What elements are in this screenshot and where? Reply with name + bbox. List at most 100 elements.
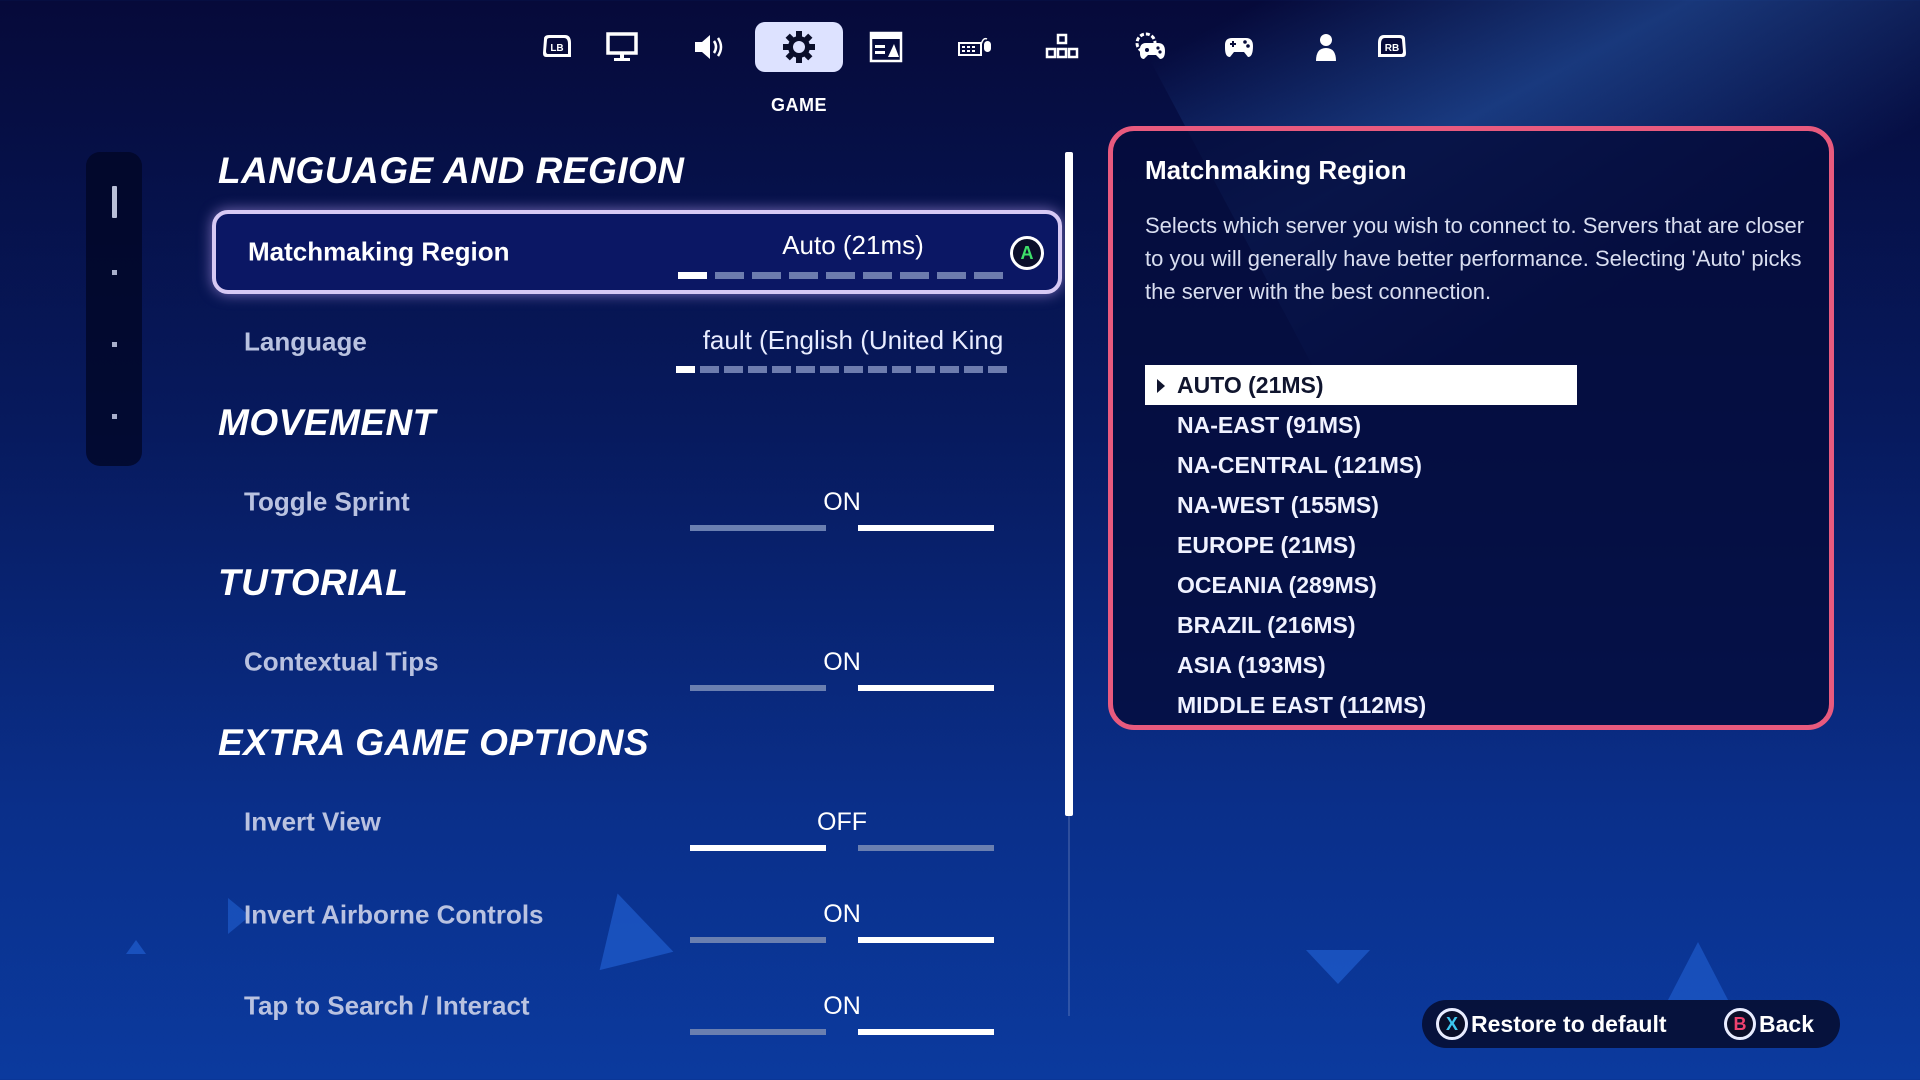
region-option-label: AUTO (21MS) bbox=[1177, 371, 1324, 398]
background-triangle bbox=[1306, 950, 1370, 984]
invert-airborne-switch[interactable] bbox=[690, 937, 994, 943]
toggle-off-segment[interactable] bbox=[690, 1029, 826, 1035]
setting-matchmaking-region[interactable]: Matchmaking Region Auto (21ms) A bbox=[212, 210, 1062, 294]
matchmaking-region-panel: Matchmaking Region Selects which server … bbox=[1108, 126, 1834, 730]
page-indicator-dot[interactable] bbox=[112, 342, 117, 347]
setting-value: fault (English (United King bbox=[702, 325, 1004, 355]
invert-view-value: OFF bbox=[817, 808, 867, 836]
restore-to-default-label: Restore to default bbox=[1471, 1010, 1667, 1037]
toggle-off-segment[interactable] bbox=[690, 845, 826, 851]
keyboard-mouse-icon bbox=[958, 37, 991, 56]
toggle-on-segment[interactable] bbox=[858, 525, 994, 531]
option-segment bbox=[974, 272, 1003, 279]
setting-label: Language bbox=[244, 326, 367, 357]
x-button-icon: X bbox=[1436, 1008, 1468, 1040]
settings-tab-bar: LB RB bbox=[0, 22, 1920, 74]
option-segment bbox=[868, 366, 887, 373]
toggle-off-segment[interactable] bbox=[690, 685, 826, 691]
option-segment-bar bbox=[676, 366, 1007, 373]
option-segment bbox=[826, 272, 855, 279]
setting-label: Contextual Tips bbox=[244, 646, 439, 677]
tab-lb-bumper[interactable]: LB bbox=[527, 22, 587, 72]
footer-button-bar: X Restore to default B Back bbox=[1422, 1000, 1840, 1048]
region-options-list: AUTO (21MS) NA-EAST (91MS) NA-CENTRAL (121… bbox=[1145, 365, 1577, 725]
option-segment bbox=[892, 366, 911, 373]
region-option-label: BRAZIL (216MS) bbox=[1177, 611, 1356, 638]
region-option[interactable]: OCEANIA (289MS) bbox=[1145, 565, 1577, 605]
option-segment bbox=[715, 272, 744, 279]
page-indicator-dot[interactable] bbox=[112, 414, 117, 419]
tab-display[interactable] bbox=[592, 22, 652, 72]
gear-controller-icon bbox=[1135, 32, 1165, 59]
option-segment bbox=[964, 366, 983, 373]
option-segment bbox=[820, 366, 839, 373]
region-option[interactable]: NA-CENTRAL (121MS) bbox=[1145, 445, 1577, 485]
option-segment bbox=[844, 366, 863, 373]
toggle-on-segment[interactable] bbox=[858, 937, 994, 943]
option-segment bbox=[988, 366, 1007, 373]
region-option[interactable]: AUTO (21MS) bbox=[1145, 365, 1577, 405]
region-option-label: OCEANIA (289MS) bbox=[1177, 571, 1377, 598]
tab-controller[interactable] bbox=[1209, 22, 1269, 72]
contextual-tips-value: ON bbox=[823, 648, 861, 676]
settings-scrollbar-track[interactable] bbox=[1068, 816, 1070, 1016]
region-option[interactable]: NA-EAST (91MS) bbox=[1145, 405, 1577, 445]
setting-label: Matchmaking Region bbox=[248, 236, 510, 267]
setting-label: Invert Airborne Controls bbox=[244, 899, 544, 930]
back-button[interactable]: B Back bbox=[1724, 1006, 1814, 1042]
option-segment bbox=[678, 272, 707, 279]
option-segment bbox=[796, 366, 815, 373]
region-option[interactable]: BRAZIL (216MS) bbox=[1145, 605, 1577, 645]
rb-bumper-icon: RB bbox=[1378, 35, 1406, 57]
restore-to-default-button[interactable]: X Restore to default bbox=[1436, 1006, 1667, 1042]
setting-label: Tap to Search / Interact bbox=[244, 990, 530, 1021]
region-option-label: MIDDLE EAST (112MS) bbox=[1177, 691, 1427, 718]
setting-label: Invert View bbox=[244, 806, 381, 837]
option-segment bbox=[700, 366, 719, 373]
window-ui-icon bbox=[869, 31, 903, 63]
section-title-tutorial: TUTORIAL bbox=[218, 562, 409, 603]
tab-touch-controls[interactable] bbox=[1032, 22, 1092, 72]
option-segment bbox=[752, 272, 781, 279]
region-option-label: NA-EAST (91MS) bbox=[1177, 411, 1362, 438]
setting-language[interactable]: Language fault (English (United King bbox=[212, 303, 1056, 381]
option-segment bbox=[772, 366, 791, 373]
region-option-label: NA-CENTRAL (121MS) bbox=[1177, 451, 1422, 478]
setting-label: Toggle Sprint bbox=[244, 486, 410, 517]
region-option[interactable]: ASIA (193MS) bbox=[1145, 645, 1577, 685]
toggle-on-segment[interactable] bbox=[858, 845, 994, 851]
tab-keyboard-mouse[interactable] bbox=[945, 22, 1005, 72]
toggle-off-segment[interactable] bbox=[690, 937, 826, 943]
settings-scrollbar-thumb[interactable] bbox=[1065, 152, 1073, 816]
page-indicator bbox=[86, 152, 142, 466]
option-segment bbox=[748, 366, 767, 373]
toggle-sprint-switch[interactable] bbox=[690, 525, 994, 531]
section-title-language-region: LANGUAGE AND REGION bbox=[218, 150, 685, 191]
tab-game[interactable] bbox=[755, 22, 843, 72]
page-indicator-current[interactable] bbox=[112, 186, 117, 218]
svg-text:LB: LB bbox=[550, 43, 563, 54]
panel-description: Selects which server you wish to connect… bbox=[1145, 213, 1805, 304]
option-segment bbox=[937, 272, 966, 279]
contextual-tips-switch[interactable] bbox=[690, 685, 994, 691]
toggle-on-segment[interactable] bbox=[858, 685, 994, 691]
option-segment bbox=[676, 366, 695, 373]
tab-account[interactable] bbox=[1296, 22, 1356, 72]
region-option[interactable]: EUROPE (21MS) bbox=[1145, 525, 1577, 565]
toggle-off-segment[interactable] bbox=[690, 525, 826, 531]
toggle-on-segment[interactable] bbox=[858, 1029, 994, 1035]
region-option[interactable]: MIDDLE EAST (112MS) bbox=[1145, 685, 1577, 725]
dpad-keys-icon bbox=[1045, 33, 1079, 59]
region-option[interactable]: NA-WEST (155MS) bbox=[1145, 485, 1577, 525]
tab-rb-bumper[interactable]: RB bbox=[1362, 22, 1422, 72]
option-segment bbox=[940, 366, 959, 373]
option-segment-bar bbox=[678, 272, 1003, 279]
page-indicator-dot[interactable] bbox=[112, 270, 117, 275]
tap-to-search-switch[interactable] bbox=[690, 1029, 994, 1035]
b-button-icon: B bbox=[1724, 1008, 1756, 1040]
tab-controller-settings[interactable] bbox=[1120, 22, 1180, 72]
tab-audio[interactable] bbox=[680, 22, 740, 72]
tab-accessibility[interactable] bbox=[856, 22, 916, 72]
invert-view-switch[interactable] bbox=[690, 845, 994, 851]
gear-icon bbox=[783, 31, 815, 63]
